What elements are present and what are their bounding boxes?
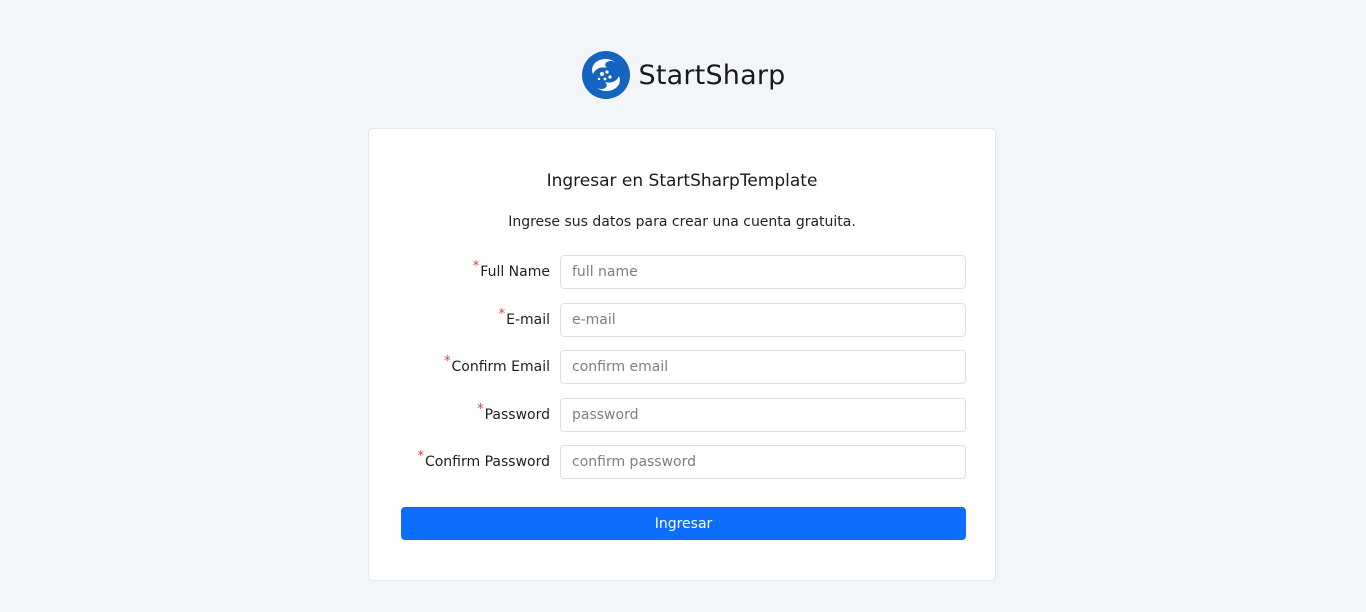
required-marker: * — [417, 449, 424, 464]
full-name-label: *Full Name — [472, 259, 550, 280]
confirm-password-label: *Confirm Password — [417, 449, 550, 470]
email-input[interactable] — [560, 303, 966, 337]
confirm-email-input[interactable] — [560, 350, 966, 384]
confirm-password-row: *Confirm Password — [369, 445, 995, 479]
card-subtitle: Ingrese sus datos para crear una cuenta … — [508, 214, 856, 230]
password-input[interactable] — [560, 398, 966, 432]
required-marker: * — [477, 402, 484, 417]
password-row: *Password — [369, 398, 995, 432]
email-row: *E-mail — [369, 303, 995, 337]
required-marker: * — [472, 259, 480, 274]
confirm-email-row: *Confirm Email — [369, 350, 995, 384]
card-title: Ingresar en StartSharpTemplate — [546, 171, 818, 191]
required-marker: * — [498, 307, 506, 322]
required-marker: * — [444, 354, 451, 369]
full-name-input[interactable] — [560, 255, 966, 289]
password-label: *Password — [477, 402, 550, 423]
brand-name: StartSharp — [638, 59, 786, 91]
signup-card: Ingresar en StartSharpTemplate Ingrese s… — [368, 128, 996, 581]
brand-header: StartSharp — [0, 48, 1366, 102]
confirm-password-input[interactable] — [560, 445, 966, 479]
submit-button[interactable]: Ingresar — [401, 507, 966, 540]
email-label: *E-mail — [498, 307, 550, 328]
startsharp-logo-icon — [581, 50, 631, 100]
confirm-email-label: *Confirm Email — [444, 354, 550, 375]
full-name-row: *Full Name — [369, 255, 995, 289]
